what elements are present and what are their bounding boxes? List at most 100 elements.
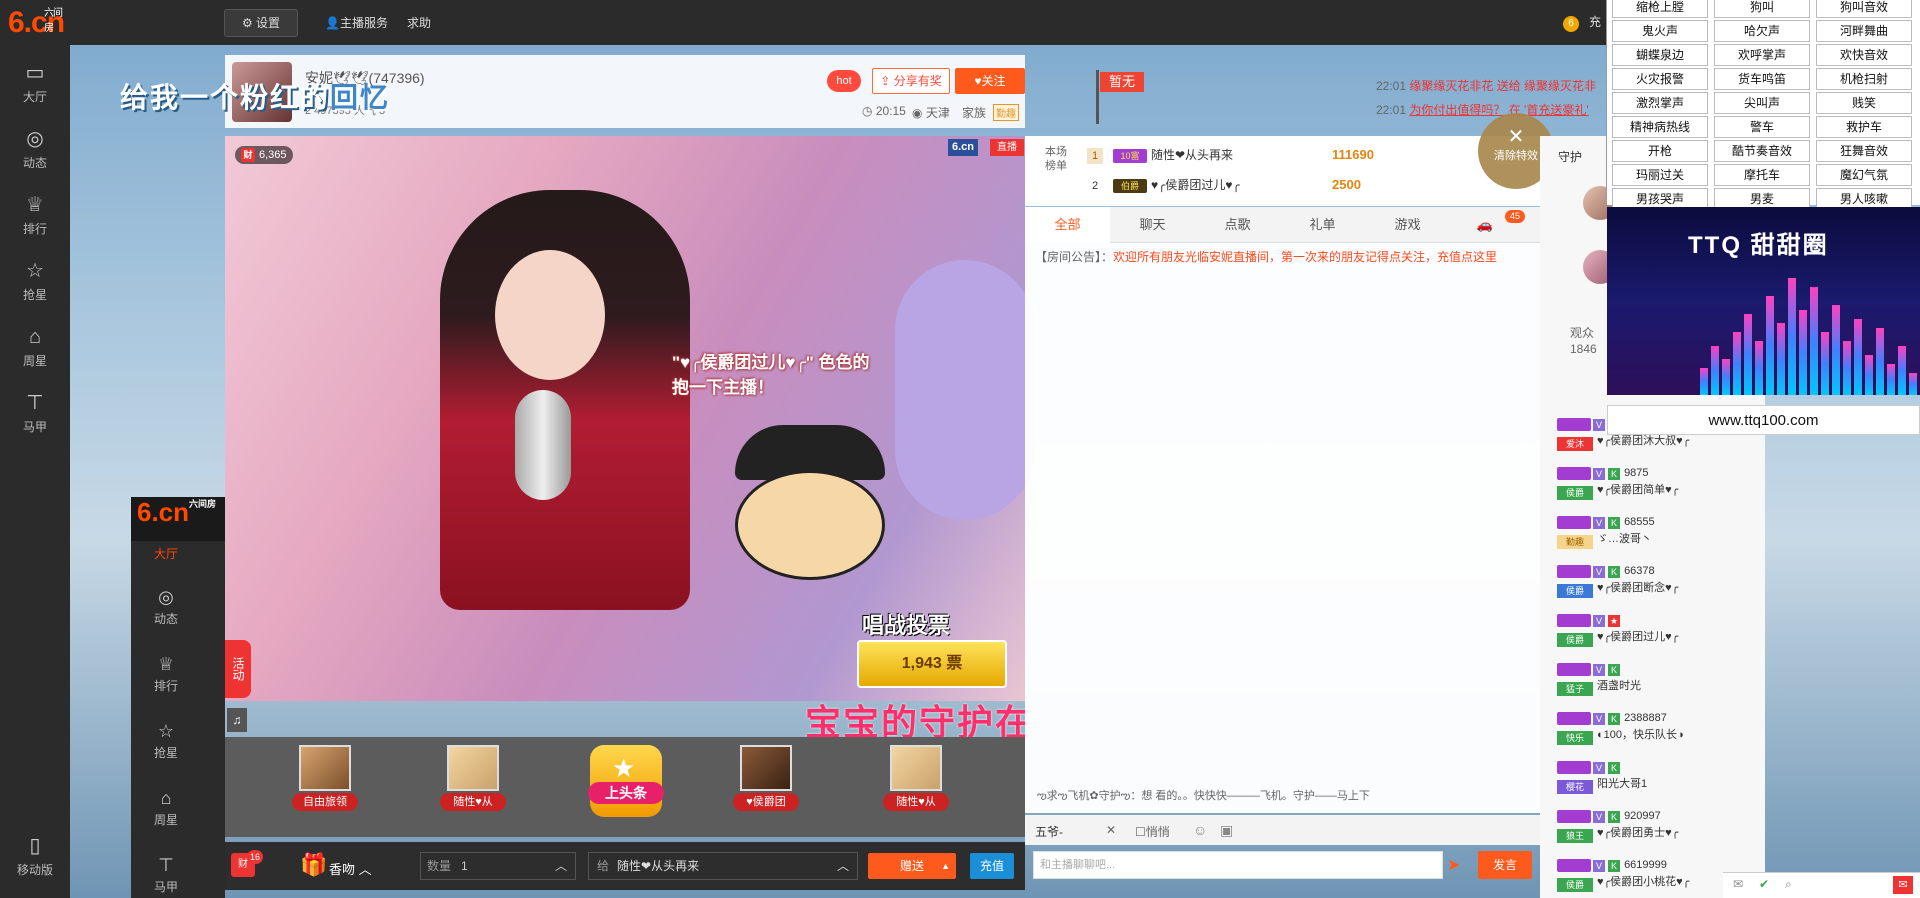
user-row[interactable]: V K 猛子 酒盏时光	[1557, 663, 1757, 707]
chat-icon[interactable]: ✉	[1893, 876, 1913, 894]
mini-logo[interactable]: 6.cn六间房	[131, 497, 225, 541]
user-row[interactable]: V K 2388887 快乐 ◐100，快乐队长◑	[1557, 712, 1757, 756]
user-row[interactable]: V K 9875 侯爵 ♥╭侯爵团简单♥╭	[1557, 467, 1757, 511]
sound-effect-button[interactable]: 警车	[1714, 116, 1810, 138]
guard-item[interactable]: 随性♥从	[883, 745, 949, 811]
guard-item[interactable]: ♥侯爵团	[733, 745, 799, 811]
nav-item-star[interactable]: ☆ 抢星	[0, 250, 70, 312]
sound-effect-button[interactable]: 狂舞音效	[1816, 140, 1912, 162]
rank-label[interactable]: 本场榜单	[1043, 145, 1069, 173]
check-icon[interactable]: ✔	[1759, 877, 1769, 891]
sound-effect-button[interactable]: 货车鸣笛	[1714, 68, 1810, 90]
gift-icon[interactable]: 🎁	[300, 852, 327, 878]
user-row[interactable]: V K 66378 侯爵 ♥╭侯爵团断念♥╭	[1557, 565, 1757, 609]
heart-icon: ♥	[974, 74, 982, 88]
sound-effect-button[interactable]: 激烈掌声	[1612, 92, 1708, 114]
nav-item-vest[interactable]: ⊤ 马甲	[0, 382, 70, 444]
equalizer-bar	[1810, 287, 1818, 395]
settings-button[interactable]: ⚙ 设置	[224, 9, 298, 37]
sound-effect-button[interactable]: 蝴蝶泉边	[1612, 44, 1708, 66]
rank-row[interactable]: 1 10富 随性❤从头再来 111690	[1087, 142, 1487, 168]
user-row[interactable]: V K 樱花 阳光大哥1	[1557, 761, 1757, 805]
image-icon[interactable]: ▣	[1220, 822, 1233, 839]
guard-item[interactable]: 随性♥从	[440, 745, 506, 811]
vote-button[interactable]: 1,943 票	[857, 640, 1007, 688]
whisper-checkbox[interactable]: ☐悄悄	[1135, 823, 1170, 840]
follow-button[interactable]: ♥关注	[955, 68, 1025, 94]
sound-effect-button[interactable]: 玛丽过关	[1612, 164, 1708, 186]
sound-effect-button[interactable]: 哈欠声	[1714, 20, 1810, 42]
sound-effect-button[interactable]: 狗叫	[1714, 0, 1810, 18]
video-streamer-face	[495, 250, 605, 380]
sound-effect-button[interactable]: 魔幻气氛	[1816, 164, 1912, 186]
help-link[interactable]: 求助	[407, 14, 431, 31]
send-icon[interactable]: ➤	[1447, 855, 1460, 875]
guard-list-label[interactable]: 守护	[1558, 148, 1582, 165]
recipient-select[interactable]: 给随性❤从头再来 ︿	[588, 852, 858, 880]
headline-label[interactable]: 上头条	[588, 782, 664, 804]
activity-tab[interactable]: 活动	[225, 640, 251, 698]
recharge-button[interactable]: 充值	[970, 853, 1014, 879]
viewer-count[interactable]: 观众 1846	[1570, 325, 1597, 357]
sound-effect-button[interactable]: 鬼火声	[1612, 20, 1708, 42]
guard-item[interactable]: 自由旅领	[292, 745, 358, 811]
share-button[interactable]: ⇪ 分享有奖	[872, 68, 950, 94]
mail-icon[interactable]: ✉	[1733, 877, 1743, 891]
site-logo[interactable]: 6.cn 六间房	[8, 6, 65, 40]
sound-effect-button[interactable]: 欢快音效	[1816, 44, 1912, 66]
guard-avatar	[447, 745, 499, 791]
mini-nav-star[interactable]: ☆ 抢星	[131, 721, 201, 761]
microphone-icon[interactable]: ♫	[227, 708, 247, 732]
host-service-link[interactable]: 👤主播服务	[325, 14, 388, 31]
user-row[interactable]: V K 68555 勤趣 ゞ…波哥丶	[1557, 516, 1757, 560]
emoji-icon[interactable]: ☺	[1193, 822, 1207, 838]
tab-song[interactable]: 点歌	[1195, 207, 1280, 243]
user-row[interactable]: V ★ 侯爵 ♥╭侯爵团过儿♥╭	[1557, 614, 1757, 658]
guard-avatar	[740, 745, 792, 791]
recharge-link[interactable]: 6充	[1563, 13, 1601, 32]
mini-nav-vest[interactable]: ⊤ 马甲	[131, 855, 201, 895]
sound-effect-button[interactable]: 尖叫声	[1714, 92, 1810, 114]
headline-button[interactable]: ★	[590, 745, 662, 817]
equalizer-bar	[1733, 332, 1741, 395]
sound-effect-button[interactable]: 河畔舞曲	[1816, 20, 1912, 42]
tab-chat[interactable]: 聊天	[1110, 207, 1195, 243]
nav-item-feed[interactable]: ◎ 动态	[0, 118, 70, 180]
sound-effect-button[interactable]: 开枪	[1612, 140, 1708, 162]
nav-item-weekly-star[interactable]: ⌂ 周星	[0, 316, 70, 378]
tab-games[interactable]: 游戏	[1365, 207, 1450, 243]
mini-nav-rank[interactable]: ♕ 排行	[131, 654, 201, 694]
search-icon[interactable]: ⌕	[1785, 877, 1792, 892]
nav-item-rank[interactable]: ♕ 排行	[0, 184, 70, 246]
chat-input[interactable]: 和主播聊聊吧...	[1033, 851, 1443, 879]
rank-row[interactable]: 2 伯爵 ♥╭侯爵团过儿♥╭ 2500	[1087, 172, 1487, 198]
sound-effect-button[interactable]: 贱笑	[1816, 92, 1912, 114]
sound-effect-button[interactable]: 酷节奏音效	[1714, 140, 1810, 162]
tab-gifts[interactable]: 礼单	[1280, 207, 1365, 243]
nav-item-hall[interactable]: ▭ 大厅	[0, 52, 70, 114]
sound-effect-button[interactable]: 缩枪上膛	[1612, 0, 1708, 18]
sound-effect-button[interactable]: 欢呼掌声	[1714, 44, 1810, 66]
nav-item-mobile[interactable]: ▯ 移动版	[0, 825, 70, 887]
hot-badge: hot	[827, 70, 861, 92]
whisper-target[interactable]: 五爷-	[1035, 823, 1063, 840]
sound-effect-button[interactable]: 精神病热线	[1612, 116, 1708, 138]
sound-effect-button[interactable]: 摩托车	[1714, 164, 1810, 186]
sound-effect-button[interactable]: 机枪扫射	[1816, 68, 1912, 90]
mini-nav-feed[interactable]: ◎ 动态	[131, 587, 201, 627]
quantity-select[interactable]: 数量 1 ︿	[420, 852, 576, 880]
sound-effect-button[interactable]: 狗叫音效	[1816, 0, 1912, 18]
send-button[interactable]: 发言	[1478, 851, 1532, 879]
mini-nav-hall[interactable]: 大厅	[131, 545, 201, 562]
mini-nav-weekly[interactable]: ⌂ 周星	[131, 788, 201, 828]
family-badge[interactable]: 勤趣	[993, 104, 1019, 121]
crown-icon: ♕	[26, 194, 44, 216]
sound-effect-button[interactable]: 救护车	[1816, 116, 1912, 138]
user-row[interactable]: V K 920997 狼王 ♥╭侯爵团勇士♥╭	[1557, 810, 1757, 854]
close-icon[interactable]: ✕	[1106, 823, 1116, 837]
tab-all[interactable]: 全部	[1025, 207, 1110, 243]
ttq-url[interactable]: www.ttq100.com	[1607, 405, 1920, 435]
sound-effect-button[interactable]: 火灾报警	[1612, 68, 1708, 90]
gift-selector[interactable]: 香吻 ︿	[329, 859, 372, 878]
give-gift-button[interactable]: 赠送 ▲	[868, 853, 956, 879]
